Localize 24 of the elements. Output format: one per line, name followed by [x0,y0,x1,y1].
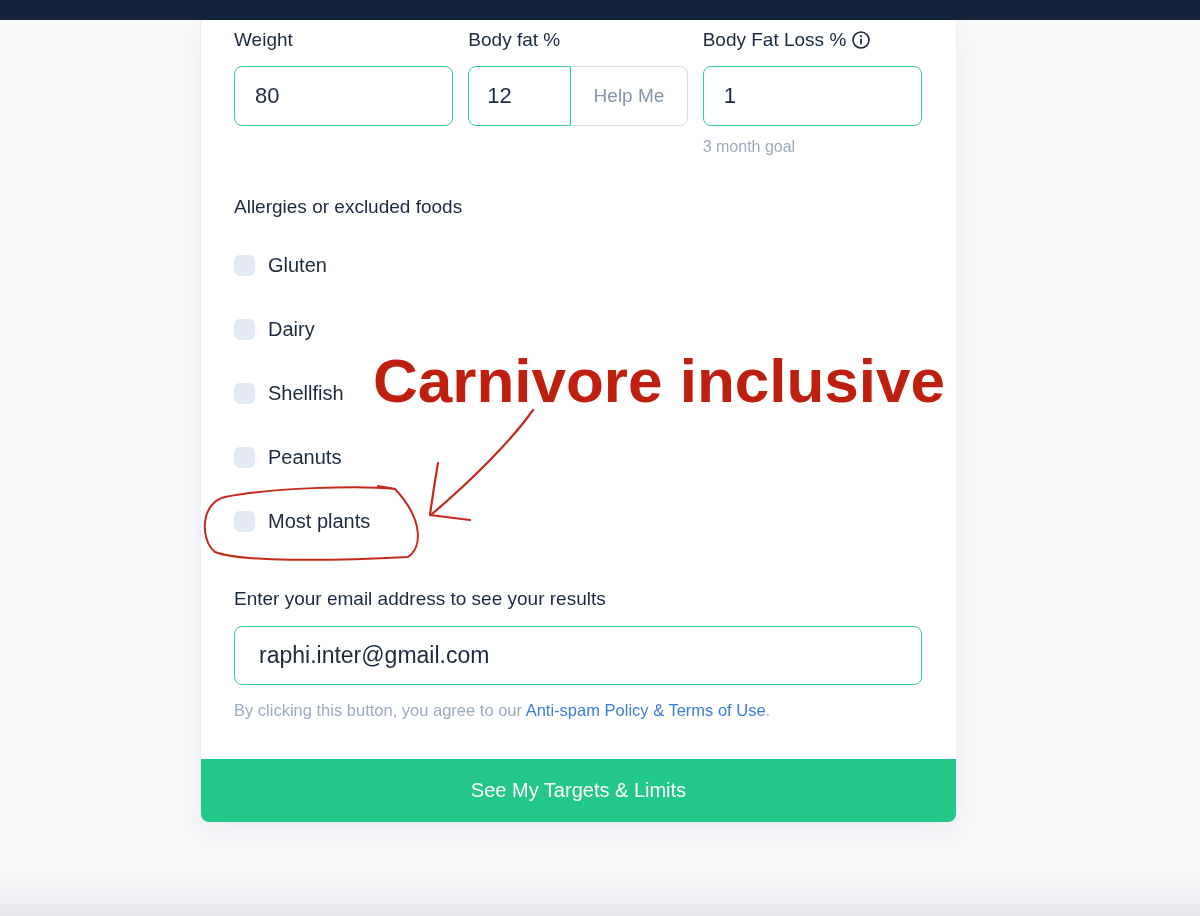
checkbox[interactable] [234,446,255,468]
terms-link[interactable]: Anti-spam Policy & Terms of Use [525,701,766,719]
option-label: Gluten [268,253,327,277]
number-input[interactable]: 12 [468,66,572,126]
terms-notice: By clicking this button, you agree to our Anti-spam Policy & Terms of Use. [234,700,772,721]
annotation-text: Carnivore inclusive [373,350,946,412]
checkbox[interactable] [234,254,255,276]
section-label: Enter your email address to see your results [234,587,607,611]
field-label: Body fat % [468,28,561,52]
field-label: Body Fat Loss % [702,28,847,52]
section-label: Allergies or excluded foods [234,195,464,219]
option-label: Most plants [268,509,371,533]
checkbox[interactable] [234,318,255,340]
option-label: Peanuts [268,445,342,469]
option-label: Dairy [268,317,315,341]
checkbox[interactable] [234,510,255,532]
email-input[interactable]: raphi.inter@gmail.com [234,626,922,685]
option-label: Shellfish [268,381,344,405]
number-input[interactable]: 80 [234,66,454,126]
checkbox[interactable] [234,382,255,404]
hint-text: 3 month goal [702,137,797,157]
number-input[interactable]: 1 [702,66,922,126]
field-label: Weight [234,28,293,52]
info-icon[interactable] [852,31,871,49]
